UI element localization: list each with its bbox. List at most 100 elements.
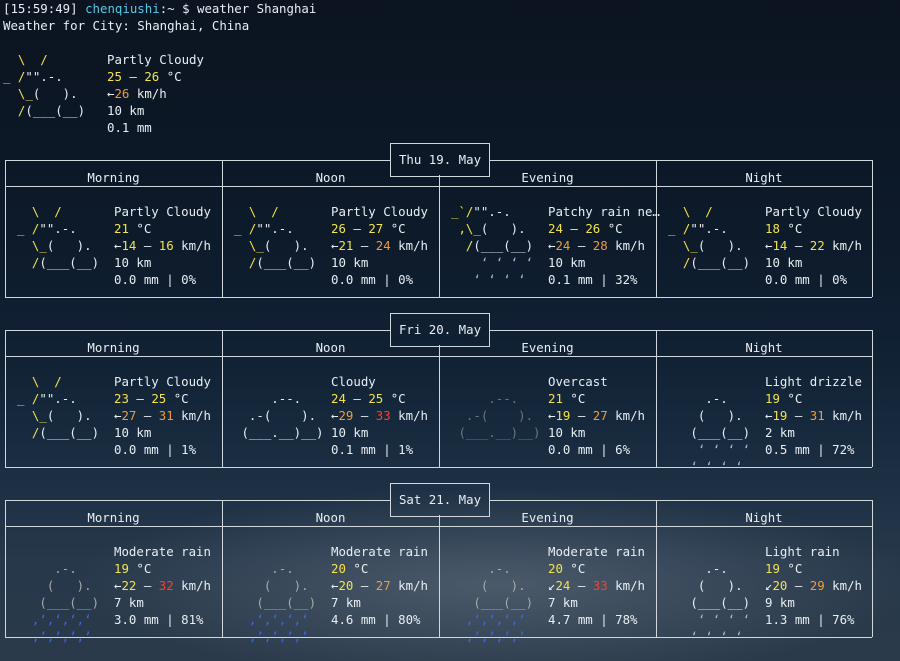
condition-text: Patchy rain ne…	[548, 204, 660, 219]
wind-high: 28	[592, 238, 608, 253]
wind-high: 29	[809, 578, 825, 593]
forecast-day: Fri 20. May Morning \ / _ /"".-. \_( ). /…	[5, 313, 873, 474]
current-wind: 26	[114, 86, 130, 101]
date-label: Thu 19. May	[398, 152, 482, 167]
wind-low: 29	[338, 408, 354, 423]
visibility: 10 km	[114, 255, 152, 270]
wind-low: 14	[121, 238, 137, 253]
period-details: Moderate rain 20 °C ↙24 – 33 km/h 7 km 4…	[548, 544, 646, 627]
date-label: Sat 21. May	[398, 492, 482, 507]
period-header-night: Night	[745, 510, 783, 525]
wind-low: 19	[772, 408, 788, 423]
precipitation: 0.0 mm | 0%	[765, 272, 848, 287]
current-temp-unit: °C	[166, 69, 182, 84]
period-header-evening: Evening	[521, 340, 574, 355]
period-details: Overcast 21 °C ←19 – 27 km/h 10 km 0.0 m…	[548, 374, 646, 457]
moderate-rain-icon: .-. ( ). (___(__) ‚‘‚‘‚‘‚‘ ‚’‚’‚’‚’	[234, 561, 317, 644]
period-details: Cloudy 24 – 25 °C ←29 – 33 km/h 10 km 0.…	[331, 374, 429, 457]
period-details: Moderate rain 20 °C ←20 – 27 km/h 7 km 4…	[331, 544, 429, 627]
partly-cloudy-icon: \ / _ /"".-. \_( ). /(___(__)	[17, 204, 100, 270]
temp-low: 21	[114, 221, 129, 236]
current-weather: Partly Cloudy 25 – 26 °C ←26 km/h 10 km …	[107, 52, 204, 135]
wind-high: 24	[375, 238, 391, 253]
period-details: Light rain 19 °C ↙20 – 29 km/h 9 km 1.3 …	[765, 544, 863, 627]
wind-high: 33	[592, 578, 608, 593]
current-temp-high: 26	[144, 69, 160, 84]
condition-text: Partly Cloudy	[765, 204, 862, 219]
column-divider	[439, 345, 440, 467]
prompt-user: chenqiushi	[85, 1, 160, 16]
visibility: 10 km	[548, 255, 586, 270]
visibility: 10 km	[331, 255, 369, 270]
prompt-path: :~	[159, 1, 175, 16]
period-details: Partly Cloudy 21 °C ←14 – 16 km/h 10 km …	[114, 204, 212, 287]
precipitation: 0.1 mm | 32%	[548, 272, 638, 287]
period-details: Patchy rain ne… 24 – 26 °C ←24 – 28 km/h…	[548, 204, 660, 287]
period-details: Partly Cloudy 18 °C ←14 – 22 km/h 10 km …	[765, 204, 863, 287]
wind-low: 19	[555, 408, 571, 423]
precipitation: 3.0 mm | 81%	[114, 612, 204, 627]
precipitation: 1.3 mm | 76%	[765, 612, 855, 627]
divider	[5, 160, 390, 161]
light-drizzle-icon: .-. ( ). (___(__) ‘ ‘ ‘ ‘ ‘ ‘ ‘ ‘	[668, 391, 751, 474]
visibility: 7 km	[331, 595, 361, 610]
period-details: Moderate rain 19 °C ←22 – 32 km/h 7 km 3…	[114, 544, 212, 627]
divider	[490, 160, 872, 161]
condition-text: Partly Cloudy	[331, 204, 428, 219]
column-divider	[872, 500, 873, 637]
period-header-noon: Noon	[315, 170, 346, 185]
period-header-evening: Evening	[521, 170, 574, 185]
precipitation: 0.5 mm | 72%	[765, 442, 855, 457]
location-line: Weather for City: Shanghai, China	[3, 18, 250, 33]
column-divider	[439, 515, 440, 637]
period-header-night: Night	[745, 340, 783, 355]
temp-low: 19	[765, 391, 780, 406]
temp-low: 23	[114, 391, 129, 406]
visibility: 10 km	[114, 425, 152, 440]
wind-low: 22	[121, 578, 137, 593]
wind-low: 24	[555, 238, 571, 253]
condition-text: Partly Cloudy	[114, 374, 211, 389]
period-header-morning: Morning	[87, 510, 140, 525]
wind-low: 20	[772, 578, 788, 593]
period-details: Partly Cloudy 23 – 25 °C ←27 – 31 km/h 1…	[114, 374, 212, 457]
current-visibility: 10 km	[107, 103, 145, 118]
moderate-rain-icon: .-. ( ). (___(__) ‚‘‚‘‚‘‚‘ ‚’‚’‚’‚’	[17, 561, 100, 644]
visibility: 2 km	[765, 425, 795, 440]
period-details: Partly Cloudy 26 – 27 °C ←21 – 24 km/h 1…	[331, 204, 429, 287]
condition-text: Cloudy	[331, 374, 376, 389]
condition-text: Light rain	[765, 544, 840, 559]
period-header-morning: Morning	[87, 170, 140, 185]
sun-cloud-icon: \ / _ /"".-. \_( ). /(___(__)	[3, 52, 86, 118]
wind-low: 20	[338, 578, 354, 593]
condition-text: Light drizzle	[765, 374, 862, 389]
wind-high: 32	[158, 578, 174, 593]
temp-low: 21	[548, 391, 563, 406]
divider	[490, 500, 872, 501]
cloudy-icon: .--. .-( ). (___.__)__)	[241, 391, 324, 440]
wind-high: 33	[375, 408, 391, 423]
forecast-day: Thu 19. May Morning \ / _ /"".-. \_( ). /…	[5, 143, 873, 301]
temp-low: 19	[114, 561, 129, 576]
prompt-command: $ weather Shanghai	[182, 1, 317, 16]
temp-low: 26	[331, 221, 346, 236]
column-divider	[872, 160, 873, 297]
wind-high: 27	[592, 408, 608, 423]
visibility: 7 km	[114, 595, 144, 610]
divider	[490, 330, 872, 331]
partly-cloudy-icon: \ / _ /"".-. \_( ). /(___(__)	[234, 204, 317, 270]
temp-low: 20	[331, 561, 346, 576]
precipitation: 4.6 mm | 80%	[331, 612, 421, 627]
temp-high: 25	[151, 391, 167, 406]
precipitation: 0.0 mm | 6%	[548, 442, 631, 457]
prompt-time: [15:59:49]	[3, 1, 78, 16]
forecast-day: Sat 21. May Morning .-. ( ). (___(__) ‚‘‚…	[5, 483, 873, 644]
wind-high: 22	[809, 238, 825, 253]
visibility: 10 km	[548, 425, 586, 440]
condition-text: Moderate rain	[548, 544, 645, 559]
condition-text: Partly Cloudy	[114, 204, 211, 219]
overcast-icon: .--. .-( ). (___.__)__)	[458, 391, 541, 440]
temp-low: 18	[765, 221, 780, 236]
current-condition: Partly Cloudy	[107, 52, 204, 67]
current-temp-low: 25	[107, 69, 122, 84]
